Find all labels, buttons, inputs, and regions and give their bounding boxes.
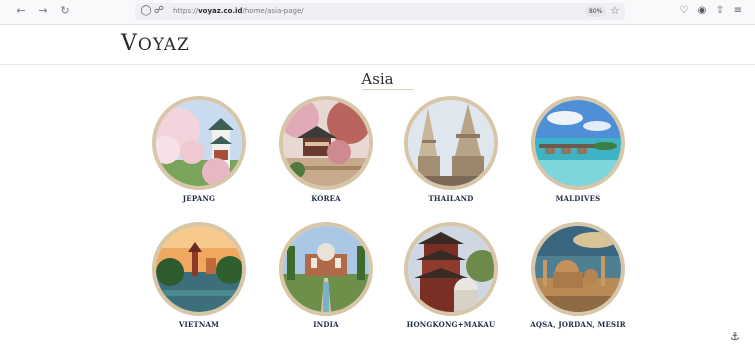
zoom-level[interactable]: 80%	[585, 6, 607, 17]
download-icon[interactable]: ⚓	[730, 330, 740, 343]
account-icon[interactable]: ◉	[696, 5, 708, 17]
star-icon[interactable]: ☆	[610, 4, 620, 17]
forward-icon[interactable]: →	[36, 4, 50, 18]
vietnam-image[interactable]	[152, 222, 246, 316]
destination-label[interactable]: VIETNAM	[139, 320, 259, 329]
destination-label[interactable]: HONGKONG+MAKAU	[391, 320, 511, 329]
hongkong-makau-image[interactable]	[404, 222, 498, 316]
reload-icon[interactable]: ↻	[58, 4, 72, 18]
address-bar[interactable]: ◯ ☍ https://voyaz.co.id/home/asia-page/ …	[135, 3, 625, 20]
india-image[interactable]	[279, 222, 373, 316]
destination-label[interactable]: JEPANG	[139, 194, 259, 203]
jepang-image[interactable]	[152, 96, 246, 190]
title-divider	[362, 89, 414, 90]
pocket-icon[interactable]: ♡	[678, 5, 690, 17]
url-text[interactable]: https://voyaz.co.id/home/asia-page/	[173, 5, 304, 18]
thailand-image[interactable]	[404, 96, 498, 190]
menu-icon[interactable]: ≡	[732, 5, 744, 17]
page-title: Asia	[361, 70, 394, 88]
browser-toolbar: ← → ↻ ◯ ☍ https://voyaz.co.id/home/asia-…	[0, 0, 755, 25]
korea-image[interactable]	[279, 96, 373, 190]
destination-label[interactable]: AQSA, JORDAN, MESIR	[518, 320, 638, 329]
voyaz-logo[interactable]: VOYAZ	[121, 31, 190, 56]
destination-label[interactable]: KOREA	[266, 194, 386, 203]
shield-icon[interactable]: ◯	[140, 5, 152, 17]
site-header: VOYAZ	[0, 25, 755, 65]
destination-label[interactable]: MALDIVES	[518, 194, 638, 203]
maldives-image[interactable]	[531, 96, 625, 190]
back-icon[interactable]: ←	[14, 4, 28, 18]
destination-label[interactable]: THAILAND	[391, 194, 511, 203]
lock-icon[interactable]: ☍	[153, 5, 165, 17]
aqsa-jordan-mesir-image[interactable]	[531, 222, 625, 316]
destination-label[interactable]: INDIA	[266, 320, 386, 329]
extensions-icon[interactable]: ⇧	[714, 5, 726, 17]
